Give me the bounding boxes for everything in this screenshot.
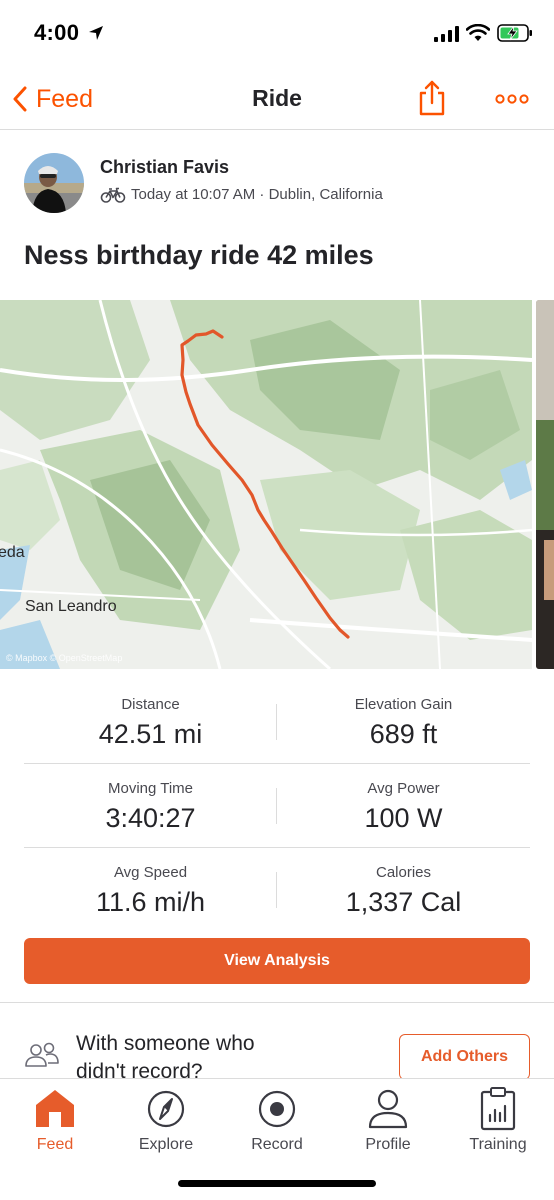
stat-label: Avg Power [367, 780, 440, 797]
compass-icon [147, 1090, 185, 1128]
status-bar: 4:00 [0, 0, 554, 70]
stat-label: Calories [375, 864, 432, 881]
stat-distance: Distance 42.51 mi [24, 696, 277, 750]
profile-icon [368, 1089, 408, 1129]
stat-row: Moving Time 3:40:27 Avg Power 100 W [24, 764, 530, 848]
stat-calories: Calories 1,337 Cal [277, 864, 530, 918]
stat-value: 11.6 mi/h [95, 887, 206, 917]
stat-value: 689 ft [369, 719, 438, 749]
battery-charging-icon [497, 24, 532, 42]
stat-moving-time: Moving Time 3:40:27 [24, 780, 277, 834]
tab-label: Feed [36, 1136, 74, 1153]
stat-row: Distance 42.51 mi Elevation Gain 689 ft [24, 680, 530, 764]
people-icon [25, 1042, 59, 1067]
stat-label: Moving Time [107, 780, 194, 797]
stat-avg-power: Avg Power 100 W [277, 780, 530, 834]
activity-photo-thumbnail[interactable] [536, 300, 554, 669]
athlete-header: Christian Favis Today at 10:07 AM · Dubl… [0, 150, 554, 220]
stat-avg-speed: Avg Speed 11.6 mi/h [24, 864, 277, 918]
home-indicator[interactable] [178, 1180, 376, 1187]
tab-record[interactable]: Record [222, 1085, 332, 1154]
bicycle-icon [100, 187, 126, 203]
wifi-icon [466, 24, 490, 41]
tab-label: Record [251, 1136, 303, 1153]
activity-title: Ness birthday ride 42 miles [24, 240, 374, 270]
activity-stats: Distance 42.51 mi Elevation Gain 689 ft … [24, 680, 530, 932]
more-dots-icon [495, 94, 529, 104]
cellular-signal-icon [434, 26, 459, 42]
tab-label: Training [469, 1136, 527, 1153]
record-icon [258, 1090, 296, 1128]
training-clipboard-icon [480, 1087, 516, 1131]
view-analysis-button[interactable]: View Analysis [24, 938, 530, 984]
stat-label: Avg Speed [113, 864, 188, 881]
add-others-button[interactable]: Add Others [399, 1034, 530, 1078]
add-others-section: With someone who didn't record? Add Othe… [0, 1010, 554, 1078]
athlete-name[interactable]: Christian Favis [100, 157, 229, 178]
status-time: 4:00 [34, 20, 80, 45]
tab-explore[interactable]: Explore [111, 1085, 221, 1154]
stat-label: Distance [121, 696, 180, 713]
more-options-button[interactable] [495, 92, 529, 110]
route-map[interactable]: eda San Leandro [0, 300, 532, 669]
tab-profile[interactable]: Profile [333, 1085, 443, 1154]
stat-row: Avg Speed 11.6 mi/h Calories 1,337 Cal [24, 848, 530, 932]
page-title: Ride [252, 85, 302, 111]
tab-feed[interactable]: Feed [0, 1085, 110, 1154]
stat-value: 100 W [364, 803, 443, 833]
activity-meta: Today at 10:07 AM · Dublin, California [100, 186, 383, 203]
location-arrow-icon [89, 26, 103, 40]
share-icon [419, 80, 445, 116]
stat-value: 3:40:27 [105, 803, 196, 833]
tab-label: Profile [365, 1136, 411, 1153]
avatar-photo [24, 153, 84, 213]
map-attribution: © Mapbox © OpenStreetMap [6, 653, 123, 663]
home-icon [36, 1090, 74, 1127]
stat-elevation-gain: Elevation Gain 689 ft [277, 696, 530, 750]
map-label-san-leandro: San Leandro [25, 598, 117, 615]
tab-training[interactable]: Training [443, 1085, 553, 1154]
stat-value: 1,337 Cal [345, 887, 462, 917]
activity-date-location: Today at 10:07 AM · Dublin, California [131, 186, 383, 203]
navigation-bar: Feed Ride [0, 70, 554, 130]
with-others-prompt: With someone who didn't record? [76, 1032, 255, 1078]
tab-label: Explore [138, 1136, 194, 1153]
map-label-eda: eda [0, 544, 25, 561]
section-divider [0, 1002, 554, 1003]
avatar[interactable] [24, 153, 84, 213]
stat-value: 42.51 mi [98, 719, 203, 749]
share-button[interactable] [418, 80, 446, 121]
stat-label: Elevation Gain [354, 696, 453, 713]
